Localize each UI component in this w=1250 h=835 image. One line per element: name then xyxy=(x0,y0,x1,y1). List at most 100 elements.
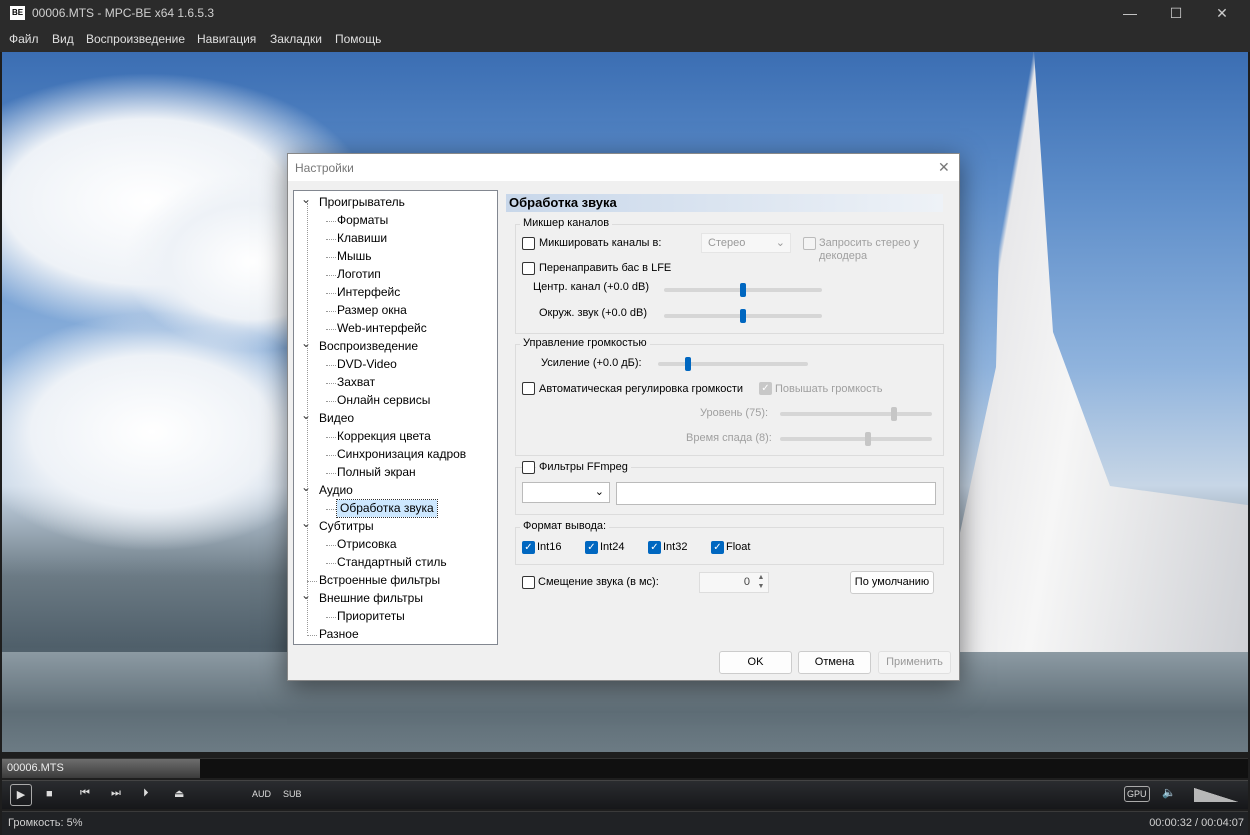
tree-item[interactable]: Видео xyxy=(319,410,354,427)
menu-playback[interactable]: Воспроизведение xyxy=(86,32,185,46)
auto-volume-label: Автоматическая регулировка громкости xyxy=(539,383,743,395)
tree-item[interactable]: Проигрыватель xyxy=(319,194,405,211)
offset-spinner[interactable]: ▲▼ xyxy=(754,573,768,592)
redirect-bass-checkbox[interactable] xyxy=(522,262,535,275)
ffmpeg-filters-label: Фильтры FFmpeg xyxy=(536,461,631,473)
volume-group: Управление громкостью Усиление (+0.0 дБ)… xyxy=(515,344,944,456)
tree-line xyxy=(326,509,336,510)
minimize-button[interactable]: — xyxy=(1107,0,1153,27)
tree-line xyxy=(326,473,336,474)
previous-icon[interactable]: ⏮ xyxy=(80,787,90,800)
tree-line xyxy=(326,365,336,366)
settings-tree[interactable]: ⌄ПроигрывательФорматыКлавишиМышьЛоготипИ… xyxy=(293,190,498,645)
maximize-button[interactable]: ☐ xyxy=(1153,0,1199,27)
stop-icon[interactable]: ■ xyxy=(46,788,53,800)
tree-item[interactable]: Стандартный стиль xyxy=(337,554,447,571)
ffmpeg-filter-input[interactable] xyxy=(616,482,936,505)
tree-item[interactable]: Внешние фильтры xyxy=(319,590,423,607)
auto-volume-checkbox[interactable] xyxy=(522,382,535,395)
format-checkbox[interactable]: ✓ xyxy=(585,541,598,554)
release-slider[interactable] xyxy=(780,437,932,441)
frame-step-icon[interactable]: ⏵ xyxy=(143,787,149,800)
tree-item[interactable]: DVD-Video xyxy=(337,356,397,373)
tree-line xyxy=(326,221,336,222)
ffmpeg-filter-select[interactable]: ⌄ xyxy=(522,482,610,503)
format-label: Int32 xyxy=(663,541,687,553)
format-label: Int16 xyxy=(537,541,561,553)
tree-line xyxy=(326,239,336,240)
audio-track-button[interactable]: AUD xyxy=(252,789,271,799)
menu-navigation[interactable]: Навигация xyxy=(197,32,256,46)
mix-select-value: Стерео xyxy=(708,237,745,249)
chevron-down-icon: ⌄ xyxy=(595,485,604,498)
gain-label: Усиление (+0.0 дБ): xyxy=(541,357,642,369)
output-format-label: Формат вывода: xyxy=(520,520,609,532)
format-checkbox[interactable]: ✓ xyxy=(522,541,535,554)
close-button[interactable]: ✕ xyxy=(1199,0,1245,27)
seek-progress: 00006.MTS xyxy=(2,759,200,778)
tree-item[interactable]: Логотип xyxy=(337,266,381,283)
tree-item[interactable]: Отрисовка xyxy=(337,536,397,553)
mix-channels-checkbox[interactable] xyxy=(522,237,535,250)
subtitle-button[interactable]: SUB xyxy=(283,789,302,799)
surround-slider[interactable] xyxy=(664,314,822,318)
tree-item[interactable]: Интерфейс xyxy=(337,284,400,301)
menu-help[interactable]: Помощь xyxy=(335,32,381,46)
format-checkbox[interactable]: ✓ xyxy=(711,541,724,554)
settings-dialog: Настройки ✕ ⌄ПроигрывательФорматыКлавиши… xyxy=(287,153,960,681)
apply-button[interactable]: Применить xyxy=(878,651,951,674)
tree-item[interactable]: Аудио xyxy=(319,482,353,499)
audio-offset-checkbox[interactable] xyxy=(522,576,535,589)
slider-thumb[interactable] xyxy=(865,432,871,446)
next-icon[interactable]: ⏭ xyxy=(111,787,121,800)
boost-volume-checkbox[interactable]: ✓ xyxy=(759,382,772,395)
tree-item[interactable]: Встроенные фильтры xyxy=(319,572,440,589)
tree-item[interactable]: Полный экран xyxy=(337,464,416,481)
slider-thumb[interactable] xyxy=(685,357,691,371)
title-bar: BE 00006.MTS - MPC-BE x64 1.6.5.3 — ☐ ✕ xyxy=(0,0,1250,27)
level-slider[interactable] xyxy=(780,412,932,416)
play-icon[interactable]: ▶ xyxy=(10,784,32,806)
tree-item[interactable]: Форматы xyxy=(337,212,388,229)
gain-slider[interactable] xyxy=(658,362,808,366)
menu-file[interactable]: Файл xyxy=(9,32,39,46)
slider-thumb[interactable] xyxy=(891,407,897,421)
tree-item[interactable]: Субтитры xyxy=(319,518,374,535)
tree-item[interactable]: Приоритеты xyxy=(337,608,405,625)
tree-item[interactable]: Синхронизация кадров xyxy=(337,446,466,463)
center-channel-slider[interactable] xyxy=(664,288,822,292)
tree-item[interactable]: Онлайн сервисы xyxy=(337,392,430,409)
speaker-icon[interactable]: 🔈 xyxy=(1162,786,1176,799)
tree-item[interactable]: Воспроизведение xyxy=(319,338,418,355)
menu-bar: Файл Вид Воспроизведение Навигация Закла… xyxy=(0,27,1250,52)
tree-item[interactable]: Клавиши xyxy=(337,230,387,247)
tree-item[interactable]: Обработка звука xyxy=(337,500,437,517)
app-logo-icon: BE xyxy=(10,6,25,20)
eject-icon[interactable]: ⏏ xyxy=(174,787,184,800)
slider-thumb[interactable] xyxy=(740,283,746,297)
tree-item[interactable]: Размер окна xyxy=(337,302,407,319)
menu-view[interactable]: Вид xyxy=(52,32,74,46)
format-checkbox[interactable]: ✓ xyxy=(648,541,661,554)
gpu-button[interactable]: GPU xyxy=(1124,786,1150,802)
seek-bar[interactable]: 00006.MTS xyxy=(2,758,1248,778)
default-button[interactable]: По умолчанию xyxy=(850,571,934,594)
volume-slider[interactable] xyxy=(1194,788,1238,802)
tree-item[interactable]: Коррекция цвета xyxy=(337,428,431,445)
dialog-close-button[interactable]: ✕ xyxy=(938,159,950,176)
chevron-down-icon: ⌄ xyxy=(776,236,785,249)
tree-item[interactable]: Web-интерфейс xyxy=(337,320,427,337)
tree-item[interactable]: Захват xyxy=(337,374,375,391)
release-label: Время спада (8): xyxy=(686,432,772,444)
ffmpeg-filters-checkbox[interactable] xyxy=(522,461,535,474)
tree-line xyxy=(326,275,336,276)
tree-item[interactable]: Разное xyxy=(319,626,359,643)
menu-bookmarks[interactable]: Закладки xyxy=(270,32,322,46)
slider-thumb[interactable] xyxy=(740,309,746,323)
ok-button[interactable]: OK xyxy=(719,651,792,674)
request-stereo-checkbox[interactable] xyxy=(803,237,816,250)
mix-channels-select[interactable]: Стерео ⌄ xyxy=(701,233,791,253)
tree-line xyxy=(326,455,336,456)
tree-item[interactable]: Мышь xyxy=(337,248,372,265)
cancel-button[interactable]: Отмена xyxy=(798,651,871,674)
